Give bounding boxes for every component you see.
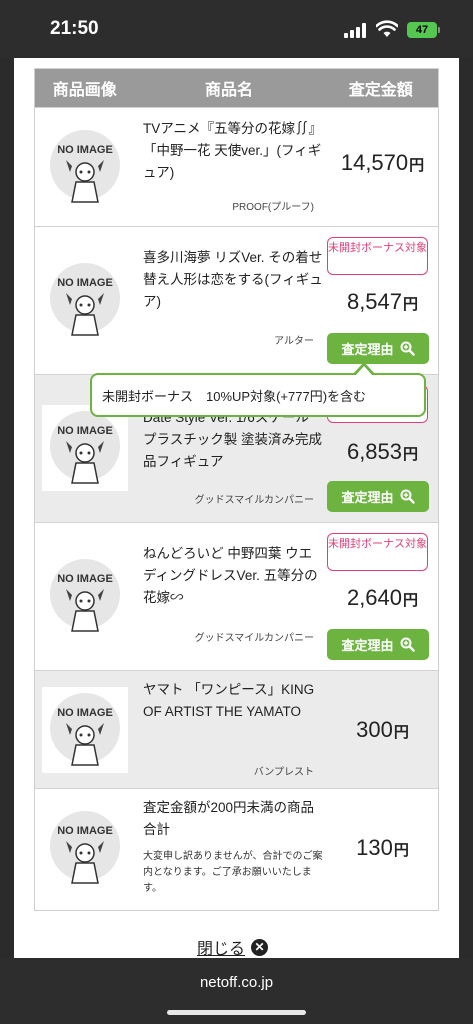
no-image-label: NO IMAGE [57,277,113,289]
product-maker: グッドスマイルカンパニー [194,633,314,644]
no-image-label: NO IMAGE [57,573,113,585]
appraisal-reason-button[interactable]: 査定理由 [327,481,429,512]
product-price: 130円 [325,835,440,861]
tooltip-text: 未開封ボーナス 10%UP対象(+777円)を含む [102,388,367,404]
header-name: 商品名 [205,82,254,99]
reason-label: 査定理由 [341,638,394,653]
status-time: 21:50 [50,18,99,39]
no-image-label: NO IMAGE [57,707,113,719]
table-row: NO IMAGE TVアニメ『五等分の花嫁∬』「中野一花 天使ver.」(フィギ… [35,107,438,226]
mascot-icon [66,589,104,632]
summary-note: 大変申し訳ありませんが、合計でのご案内となります。ご了承お願いいたします。 [143,851,323,894]
unopened-bonus-badge: 未開封ボーナス対象 [327,533,428,571]
table-header: 商品画像 商品名 査定金額 [35,69,438,107]
close-label: 閉じる [197,941,246,958]
product-maker: グッドスマイルカンパニー [194,495,314,506]
product-maker: PROOF(プルーフ) [232,202,314,213]
table-row: NO IMAGE 喜多川海夢 リズVer. その着せ替え人形は恋をする(フィギュ… [35,226,438,374]
battery-icon: 47 [407,22,437,38]
yen-unit: 円 [409,157,425,174]
no-image-placeholder: NO IMAGE [42,405,128,491]
header-price: 査定金額 [348,82,413,99]
no-image-placeholder: NO IMAGE [42,553,128,639]
mascot-icon [66,293,104,336]
yen-unit: 円 [393,842,409,859]
table-row: NO IMAGE 査定金額が200円未満の商品 合計 大変申し訳ありませんが、合… [35,788,438,910]
mascot-icon [66,441,104,484]
close-icon: ✕ [251,938,269,956]
close-button[interactable]: 閉じる ✕ [197,935,269,959]
reason-label: 査定理由 [341,342,394,357]
yen-unit: 円 [403,446,419,463]
no-image-label: NO IMAGE [57,825,113,837]
price-value: 8,547 [346,289,403,314]
price-value: 130 [356,835,393,860]
product-price: 2,640円 [325,585,440,611]
product-price: 6,853円 [325,439,440,465]
no-image-placeholder: NO IMAGE [42,257,128,343]
mascot-icon [66,160,104,203]
product-maker: バンプレスト [253,767,314,778]
no-image-placeholder: NO IMAGE [42,124,128,210]
no-image-placeholder: NO IMAGE [42,805,128,891]
tooltip-arrow-inner [356,366,372,375]
battery-tip [438,27,440,33]
yen-unit: 円 [403,296,419,313]
table-row: NO IMAGE ねんどろいど 中野四葉 ウエディングドレスVer. 五等分の花… [35,522,438,670]
yen-unit: 円 [403,592,419,609]
no-image-label: NO IMAGE [57,144,113,156]
product-price: 300円 [325,717,440,743]
unopened-bonus-badge: 未開封ボーナス対象 [327,237,428,275]
appraisal-table: 商品画像 商品名 査定金額 NO IMAGE TVアニメ『五等分の花嫁∬』「中野… [34,68,439,911]
product-maker: アルター [274,336,314,347]
product-name: ねんどろいど 中野四葉 ウエディングドレスVer. 五等分の花嫁∽ [143,546,318,605]
appraisal-reason-button[interactable]: 査定理由 [327,333,429,364]
yen-unit: 円 [393,724,409,741]
product-name: 査定金額が200円未満の商品 合計 [143,800,315,837]
product-price: 14,570円 [325,150,440,176]
mascot-icon [66,723,104,766]
zoom-in-icon [400,341,415,356]
wifi-icon [376,20,398,37]
product-name: 喜多川海夢 リズVer. その着せ替え人形は恋をする(フィギュア) [143,250,323,309]
no-image-label: NO IMAGE [57,425,113,437]
product-name: ヤマト 「ワンピース」KING OF ARTIST THE YAMATO [143,682,315,719]
table-row: NO IMAGE ヤマト 「ワンピース」KING OF ARTIST THE Y… [35,670,438,788]
home-indicator[interactable] [167,1010,306,1015]
no-image-placeholder: NO IMAGE [42,687,128,773]
price-value: 300 [356,717,393,742]
price-value: 6,853 [346,439,403,464]
header-image: 商品画像 [52,82,117,99]
mascot-icon [66,841,104,884]
zoom-in-icon [400,489,415,504]
product-name: TVアニメ『五等分の花嫁∬』「中野一花 天使ver.」(フィギュア) [143,121,322,180]
price-value: 14,570 [340,150,409,175]
appraisal-reason-button[interactable]: 査定理由 [327,629,429,660]
battery-level: 47 [415,24,429,36]
cellular-signal-icon [344,22,368,38]
bonus-tooltip: 未開封ボーナス 10%UP対象(+777円)を含む [90,373,426,417]
price-value: 2,640 [346,585,403,610]
product-price: 8,547円 [325,289,440,315]
status-bar: 21:50 47 [0,0,473,58]
url-text: netoff.co.jp [199,974,274,991]
zoom-in-icon [400,637,415,652]
reason-label: 査定理由 [341,490,394,505]
